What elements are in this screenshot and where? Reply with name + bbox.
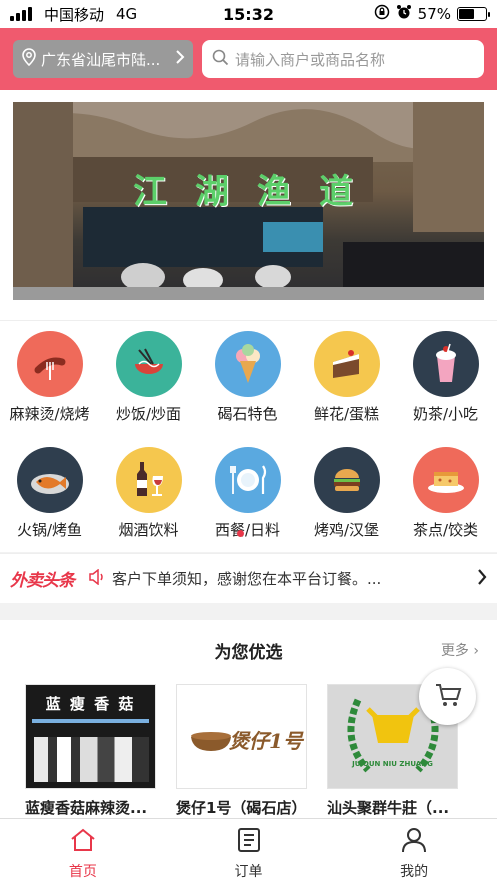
notice-text: 客户下单须知，感谢您在本平台订餐。... (112, 570, 382, 588)
header: 广东省汕尾市陆... 请输入商户或商品名称 (0, 28, 497, 90)
milkshake-icon (412, 331, 479, 397)
banner-image[interactable]: 江湖渔道 (13, 102, 484, 300)
status-bar: 中国移动 4G 15:32 57% (0, 0, 497, 28)
notice-logo: 外卖头条 (10, 571, 75, 591)
cart-icon (434, 682, 462, 712)
search-icon (212, 49, 229, 70)
indicator-dot (237, 530, 244, 537)
category-item[interactable]: 茶点/饺类 (396, 447, 495, 540)
shop-image-text: 煲仔1号 (229, 729, 303, 753)
more-label: 更多 (440, 643, 469, 659)
tab-label: 我的 (400, 864, 429, 880)
more-link[interactable]: 更多 › (441, 640, 479, 660)
battery-fill (459, 9, 474, 19)
category-item[interactable]: 奶茶/小吃 (396, 331, 495, 424)
category-label: 炒饭/炒面 (115, 405, 182, 423)
location-pin-icon (21, 48, 37, 70)
ice-cream-icon (214, 331, 281, 397)
shop-image-text: JU QUN NIU ZHUANG (352, 760, 433, 768)
category-item[interactable]: 麻辣烫/烧烤 (0, 331, 99, 424)
location-selector[interactable]: 广东省汕尾市陆... (13, 40, 193, 78)
category-item[interactable]: 火锅/烤鱼 (0, 447, 99, 540)
category-item[interactable]: 西餐/日料 (198, 447, 297, 540)
burger-icon (313, 447, 380, 513)
tab-bar: 首页 订单 我的 (0, 818, 497, 883)
signal-icon (10, 7, 32, 21)
rotation-lock-icon (374, 4, 390, 24)
alarm-icon (396, 4, 412, 24)
status-right: 57% (374, 4, 490, 24)
category-item[interactable]: 鲜花/蛋糕 (297, 331, 396, 424)
banner-sign: 江湖渔道 (133, 172, 381, 212)
category-label: 麻辣烫/烧烤 (9, 405, 90, 423)
category-label: 奶茶/小吃 (412, 405, 479, 423)
recommend-section: 为您优选 更多 › 蓝 瘦 香 菇 蓝瘦香菇麻辣烫... 煲仔1号 煲仔1号（碣… (0, 620, 497, 820)
category-grid: 麻辣烫/烧烤 炒饭/炒面 碣石特色 鲜花/蛋糕 奶茶/小吃 火锅/烤鱼 烟酒饮料 (0, 320, 497, 552)
dessert-icon (412, 447, 479, 513)
home-icon (69, 827, 97, 857)
battery-icon (457, 7, 490, 21)
tab-profile[interactable]: 我的 (331, 819, 497, 883)
chevron-right-icon (175, 49, 185, 69)
app-screen: 中国移动 4G 15:32 57% 广东省汕尾市陆... 请输入商户或商品名称 … (0, 0, 497, 883)
shop-card[interactable]: 煲仔1号 煲仔1号（碣石店） (176, 684, 316, 818)
skewer-icon (16, 331, 83, 397)
fish-icon (16, 447, 83, 513)
shop-name: 煲仔1号（碣石店） (176, 799, 307, 817)
order-list-icon (236, 827, 262, 857)
notice-bar[interactable]: 外卖头条 客户下单须知，感谢您在本平台订餐。... (0, 553, 497, 603)
location-text: 广东省汕尾市陆... (41, 50, 161, 69)
category-label: 火锅/烤鱼 (16, 521, 83, 539)
wine-icon (115, 447, 182, 513)
status-left: 中国移动 4G (10, 4, 137, 25)
category-label: 烟酒饮料 (118, 521, 179, 539)
category-item[interactable]: 烤鸡/汉堡 (297, 447, 396, 540)
category-label: 西餐/日料 (214, 521, 281, 539)
category-item[interactable]: 烟酒饮料 (99, 447, 198, 540)
tab-label: 首页 (68, 864, 97, 880)
category-label: 茶点/饺类 (412, 521, 479, 539)
category-item[interactable]: 碣石特色 (198, 331, 297, 424)
category-label: 碣石特色 (217, 405, 278, 423)
category-label: 烤鸡/汉堡 (313, 521, 380, 539)
search-placeholder: 请输入商户或商品名称 (235, 50, 386, 69)
user-icon (401, 827, 427, 857)
speaker-icon (88, 567, 106, 589)
shop-name: 蓝瘦香菇麻辣烫... (25, 799, 148, 817)
section-title: 为您优选 (214, 643, 283, 663)
category-label: 鲜花/蛋糕 (313, 405, 380, 423)
carrier-label: 中国移动 (44, 5, 105, 24)
chevron-right-icon[interactable] (477, 568, 487, 590)
search-input[interactable]: 请输入商户或商品名称 (202, 40, 484, 78)
shop-image-decor (34, 737, 149, 782)
banner-section: 江湖渔道 (0, 90, 497, 320)
shop-image: 蓝 瘦 香 菇 (25, 684, 156, 789)
tab-orders[interactable]: 订单 (166, 819, 332, 883)
plate-icon (214, 447, 281, 513)
category-item[interactable]: 炒饭/炒面 (99, 331, 198, 424)
shop-image-decor (32, 719, 149, 723)
noodle-bowl-icon (115, 331, 182, 397)
battery-percent: 57% (417, 5, 451, 23)
shop-image: 煲仔1号 (176, 684, 307, 789)
cake-icon (313, 331, 380, 397)
shop-image-text: 蓝 瘦 香 菇 (45, 695, 136, 713)
tab-label: 订单 (234, 864, 263, 880)
shop-name: 汕头聚群牛莊（... (327, 799, 450, 817)
shop-card[interactable]: 蓝 瘦 香 菇 蓝瘦香菇麻辣烫... (25, 684, 165, 818)
cart-button[interactable] (419, 668, 476, 725)
tab-home[interactable]: 首页 (0, 819, 166, 883)
chevron-right-icon: › (473, 643, 479, 659)
network-label: 4G (116, 5, 138, 23)
